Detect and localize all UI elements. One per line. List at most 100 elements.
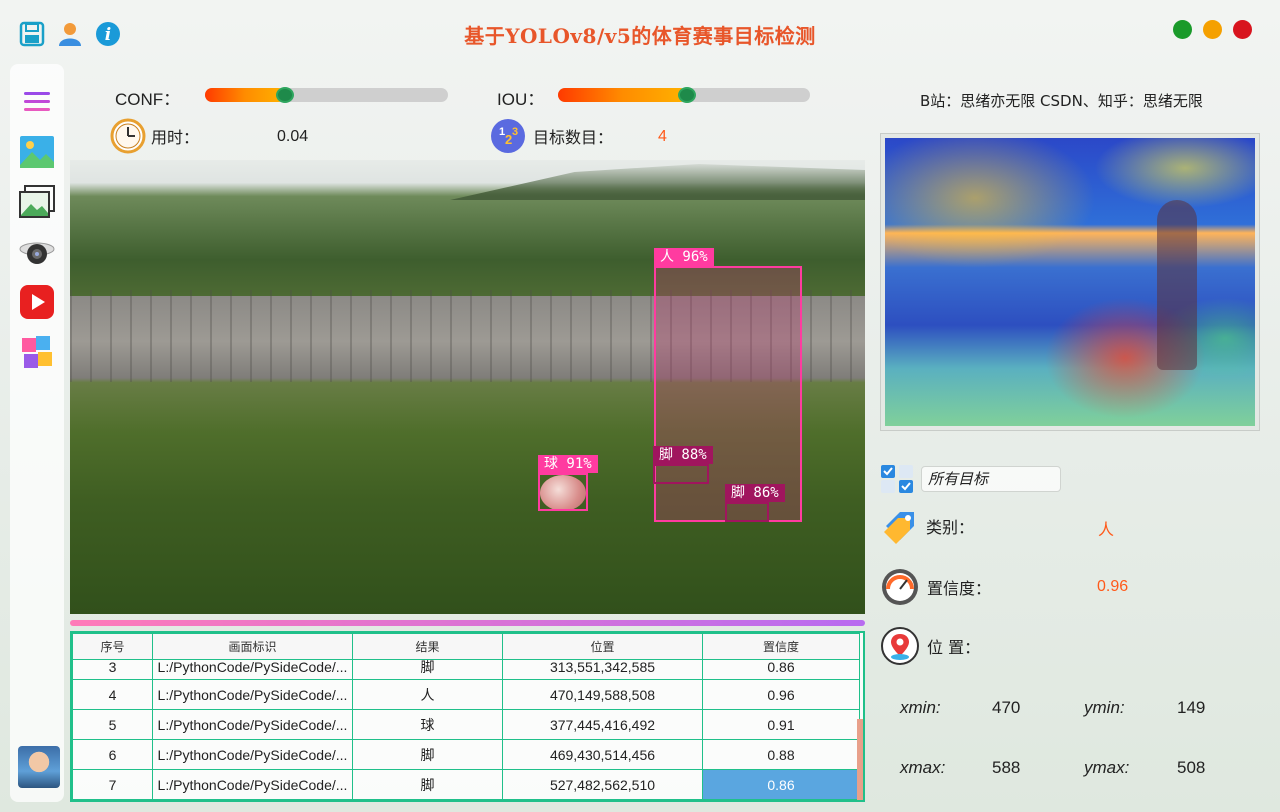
table-cell: 0.88	[702, 739, 860, 770]
class-value: 人	[1098, 522, 1115, 539]
tag-icon	[884, 512, 914, 544]
xmin-value: 470	[992, 698, 1021, 717]
heatmap-image	[885, 138, 1255, 426]
xmin-label: xmin:	[900, 698, 941, 717]
time-value: 0.04	[277, 128, 309, 145]
position-row: 位 置：	[880, 626, 980, 666]
iou-slider-fill	[558, 88, 687, 102]
table-row[interactable]: 4 L:/PythonCode/PySideCode/... 人 470,149…	[72, 679, 860, 710]
numbers-icon: 123	[491, 119, 525, 153]
confidence-value: 0.96	[1097, 578, 1129, 595]
target-select[interactable]: 所有目标	[921, 466, 1061, 492]
minimize-button[interactable]	[1203, 20, 1222, 39]
heatmap-person	[1157, 200, 1197, 370]
table-cell: 0.96	[702, 679, 860, 710]
confidence-label: 置信度：	[927, 579, 992, 598]
table-cell: 469,430,514,456	[502, 739, 703, 770]
detection-tag: 脚 88%	[653, 446, 713, 464]
table-cell: L:/PythonCode/PySideCode/...	[152, 739, 353, 770]
checklist-icon	[881, 465, 913, 493]
clock-icon	[110, 118, 146, 154]
folder-images-icon[interactable]	[17, 182, 57, 222]
count-value: 4	[658, 128, 667, 145]
table-cell: L:/PythonCode/PySideCode/...	[152, 679, 353, 710]
class-label: 类别：	[926, 518, 975, 537]
table-cell: 人	[352, 679, 503, 710]
table-cell: 脚	[352, 739, 503, 770]
table-cell: 4	[72, 679, 153, 710]
detection-box-foot[interactable]: 脚 88%	[653, 446, 713, 484]
svg-text:3: 3	[512, 126, 518, 138]
table-scrollbar[interactable]	[857, 719, 863, 800]
image-icon[interactable]	[17, 132, 57, 172]
window-controls	[1173, 20, 1252, 39]
count-label: 目标数目：	[533, 128, 614, 147]
detection-box-ball[interactable]: 球 91%	[538, 455, 598, 511]
time-info: 用时：	[110, 118, 199, 154]
detection-box-foot[interactable]: 脚 86%	[725, 484, 785, 522]
conf-slider[interactable]	[205, 87, 448, 103]
location-icon	[881, 627, 919, 665]
table-cell: 球	[352, 709, 503, 740]
table-cell: 脚	[352, 659, 503, 680]
table-row[interactable]: 6 L:/PythonCode/PySideCode/... 脚 469,430…	[72, 739, 860, 770]
column-header[interactable]: 序号	[72, 633, 153, 660]
table-row-selected[interactable]: 7 L:/PythonCode/PySideCode/... 脚 527,482…	[72, 769, 860, 800]
table-cell: 313,551,342,585	[502, 659, 703, 680]
ymax-value: 508	[1177, 758, 1206, 777]
table-cell: 7	[72, 769, 153, 800]
table-cell: 470,149,588,508	[502, 679, 703, 710]
column-header[interactable]: 画面标识	[152, 633, 353, 660]
iou-slider-handle[interactable]	[677, 87, 696, 103]
table-cell: 0.86	[702, 659, 860, 680]
credit-text: B站：思绪亦无限 CSDN、知乎：思绪无限	[920, 92, 1203, 110]
table-row[interactable]: 5 L:/PythonCode/PySideCode/... 球 377,445…	[72, 709, 860, 740]
ymax-label: ymax:	[1084, 758, 1130, 777]
conf-slider-handle[interactable]	[276, 87, 295, 103]
ymin-value: 149	[1177, 698, 1206, 717]
column-header[interactable]: 置信度	[702, 633, 860, 660]
camera-icon[interactable]	[17, 232, 57, 272]
detection-tag: 脚 86%	[725, 484, 785, 502]
table-cell: 3	[72, 659, 153, 680]
table-cell: 377,445,416,492	[502, 709, 703, 740]
background-hills	[450, 164, 865, 200]
detection-image[interactable]: 人 96% 球 91% 脚 88% 脚 86%	[70, 160, 865, 614]
column-header[interactable]: 位置	[502, 633, 703, 660]
table-row[interactable]: 3 L:/PythonCode/PySideCode/... 脚 313,551…	[72, 659, 860, 680]
avatar[interactable]	[18, 746, 60, 788]
table-cell: L:/PythonCode/PySideCode/...	[152, 769, 353, 800]
table-header: 序号 画面标识 结果 位置 置信度	[72, 633, 860, 660]
video-icon[interactable]	[17, 282, 57, 322]
time-label: 用时：	[151, 128, 200, 147]
model-icon[interactable]	[17, 332, 57, 372]
menu-icon[interactable]	[17, 82, 57, 122]
conf-slider-fill	[205, 88, 286, 102]
heatmap-view[interactable]	[880, 133, 1260, 431]
table-cell: 527,482,562,510	[502, 769, 703, 800]
xmax-value: 588	[992, 758, 1021, 777]
position-label: 位 置：	[927, 638, 981, 657]
conf-label: CONF：	[115, 90, 181, 109]
confidence-row: 置信度：	[880, 567, 991, 607]
table-cell: 0.91	[702, 709, 860, 740]
close-button[interactable]	[1233, 20, 1252, 39]
results-table: 序号 画面标识 结果 位置 置信度 3 L:/PythonCode/PySide…	[70, 631, 865, 802]
iou-label: IOU：	[497, 90, 545, 109]
class-row: 类别：	[880, 506, 974, 546]
target-select-row	[880, 464, 916, 494]
table-cell: L:/PythonCode/PySideCode/...	[152, 709, 353, 740]
detection-tag: 球 91%	[538, 455, 598, 473]
sidebar	[10, 64, 64, 802]
iou-slider[interactable]	[558, 87, 810, 103]
app-title: 基于YOLOv8/v5的体育赛事目标检测	[464, 24, 816, 48]
gauge-icon	[882, 569, 918, 605]
maximize-button[interactable]	[1173, 20, 1192, 39]
progress-bar	[70, 620, 865, 626]
column-header[interactable]: 结果	[352, 633, 503, 660]
table-cell: 6	[72, 739, 153, 770]
ymin-label: ymin:	[1084, 698, 1125, 717]
table-cell: 脚	[352, 769, 503, 800]
detection-tag: 人 96%	[654, 248, 714, 266]
table-cell-selected: 0.86	[702, 769, 860, 800]
